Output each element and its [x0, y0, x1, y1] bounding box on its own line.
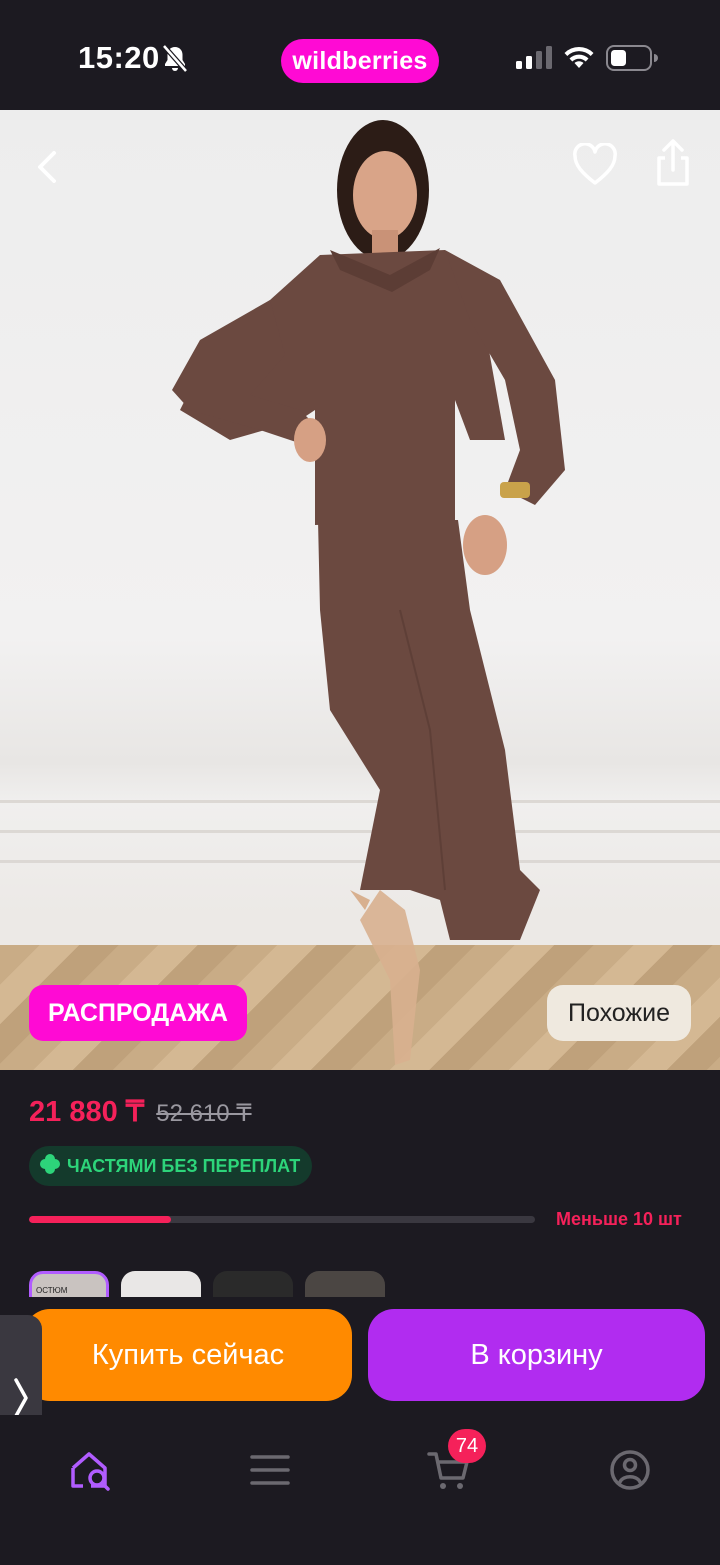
status-time: 15:20: [78, 40, 160, 75]
stock-label: Меньше 10 шт: [556, 1209, 682, 1229]
installment-label: ЧАСТЯМИ БЕЗ ПЕРЕПЛАТ: [67, 1155, 301, 1176]
wifi-icon: [563, 44, 595, 75]
profile-icon[interactable]: [600, 1440, 660, 1500]
bell-muted-icon: [162, 44, 188, 79]
signal-icon: [516, 46, 552, 75]
sale-badge: РАСПРОДАЖА: [29, 985, 247, 1041]
price-row: 21 880 ₸ 52 610 ₸: [29, 1094, 252, 1129]
stock-progress-bar: [29, 1216, 535, 1223]
old-price: 52 610 ₸: [156, 1100, 252, 1127]
model-photo: [172, 120, 565, 1065]
product-image[interactable]: РАСПРОДАЖА Похожие: [0, 110, 720, 1070]
battery-icon: [606, 45, 658, 76]
stock-progress-fill: [29, 1216, 171, 1223]
brand-logo[interactable]: wildberries: [281, 39, 439, 83]
current-price: 21 880 ₸: [29, 1096, 145, 1128]
clover-icon: [39, 1153, 61, 1180]
buy-now-button[interactable]: Купить сейчас: [24, 1309, 352, 1401]
back-icon[interactable]: [30, 145, 66, 189]
thumbnail[interactable]: [305, 1271, 385, 1297]
thumbnail-strip: ОСТЮМ: [29, 1271, 385, 1297]
status-bar: 15:20 wildberries: [0, 0, 720, 110]
home-search-icon[interactable]: [61, 1440, 121, 1500]
cart-count-badge: 74: [448, 1429, 486, 1463]
installment-badge[interactable]: ЧАСТЯМИ БЕЗ ПЕРЕПЛАТ: [29, 1146, 313, 1186]
thumbnail[interactable]: ОСТЮМ: [29, 1271, 109, 1297]
favorite-heart-icon[interactable]: [572, 142, 618, 187]
similar-button[interactable]: Похожие: [547, 985, 691, 1041]
share-icon[interactable]: [652, 138, 694, 188]
add-to-cart-button[interactable]: В корзину: [368, 1309, 705, 1401]
menu-icon[interactable]: [240, 1440, 300, 1500]
thumbnail[interactable]: [121, 1271, 201, 1297]
thumbnail-caption: ОСТЮМ: [36, 1286, 68, 1295]
bottom-tab-bar: [0, 1415, 720, 1565]
thumbnail[interactable]: [213, 1271, 293, 1297]
